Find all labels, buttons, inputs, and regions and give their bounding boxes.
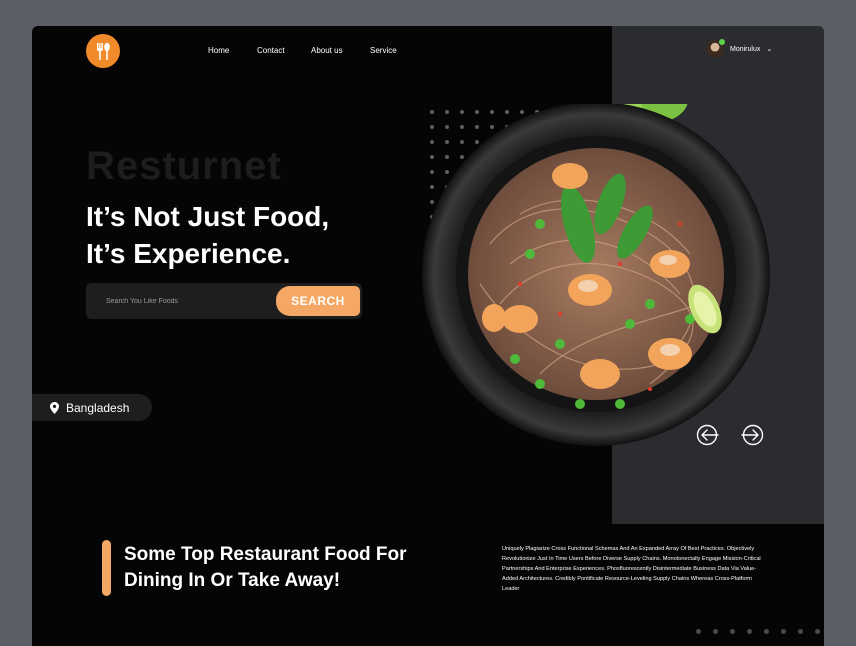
search-input[interactable] [86,283,276,319]
user-menu[interactable]: Monirulux ⌄ [706,39,772,58]
pagination-dot[interactable] [764,629,769,634]
headline-line-1: It’s Not Just Food, [86,201,330,232]
food-bowl-image [420,74,772,456]
section-title-line-1: Some Top Restaurant Food For [124,544,407,565]
search-button[interactable]: SEARCH [276,286,360,316]
location-pin-icon [50,401,59,414]
section-title: Some Top Restaurant Food For Dining In O… [124,542,454,594]
arrow-right-icon[interactable] [738,424,764,446]
brand-watermark: Resturnet [86,144,282,188]
pagination-dot[interactable] [730,629,735,634]
carousel-controls [696,424,764,446]
location-badge[interactable]: Bangladesh [32,394,152,421]
nav-service[interactable]: Service [370,46,397,55]
search-bar: SEARCH [86,283,362,319]
online-status-dot [719,39,725,45]
hero-headline: It’s Not Just Food, It’s Experience. [86,198,329,272]
chevron-down-icon[interactable]: ⌄ [766,45,772,53]
pagination-dot[interactable] [747,629,752,634]
pagination-dot[interactable] [815,629,820,634]
pagination-dot[interactable] [713,629,718,634]
pagination-dots [696,629,820,634]
section-title-line-2: Dining In Or Take Away! [124,570,341,591]
app-frame: Home Contact About us Service Monirulux … [32,26,824,646]
nav-contact[interactable]: Contact [257,46,285,55]
user-name[interactable]: Monirulux [730,46,760,53]
nav-about-us[interactable]: About us [311,46,343,55]
accent-bar [102,540,111,596]
pagination-dot[interactable] [798,629,803,634]
nav-home[interactable]: Home [208,46,229,55]
location-label: Bangladesh [66,400,130,415]
fork-spoon-logo-icon[interactable] [86,34,120,68]
section-description: Uniquely Plagiarize Cross Functional Sch… [502,546,761,592]
pagination-dot[interactable] [696,629,701,634]
pagination-dot[interactable] [781,629,786,634]
arrow-left-icon[interactable] [696,424,722,446]
headline-line-2: It’s Experience. [86,238,291,269]
avatar[interactable] [706,39,725,58]
